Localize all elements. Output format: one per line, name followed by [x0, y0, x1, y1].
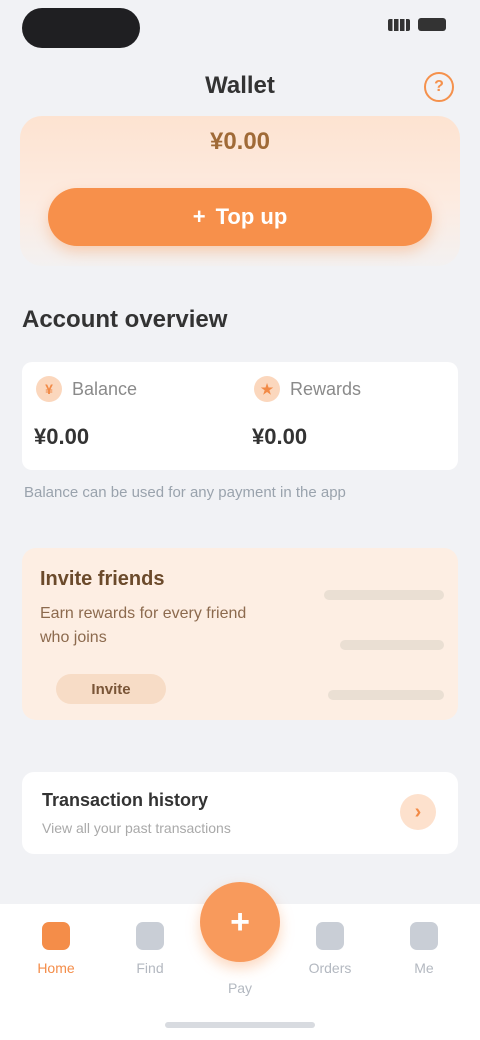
plus-icon[interactable]: + [200, 882, 280, 962]
signal-icon [388, 18, 410, 31]
battery-icon [418, 18, 446, 31]
hero-card: ¥0.00 + Top up [20, 116, 460, 266]
top-up-label: Top up [215, 204, 288, 229]
home-icon [42, 922, 70, 950]
tab-label: Me [414, 960, 434, 976]
tab-me[interactable]: Me [384, 922, 464, 976]
plus-icon: + [192, 204, 206, 229]
dynamic-island [22, 8, 140, 48]
info-title: Transaction history [42, 790, 209, 810]
coin-icon: ★ [254, 376, 280, 402]
promo-description: Earn rewards for every friend who joins [40, 605, 247, 646]
info-subtitle: View all your past transactions [42, 820, 231, 836]
home-indicator [165, 1022, 315, 1028]
tab-label: Orders [308, 960, 352, 976]
stat-value: ¥0.00 [34, 424, 90, 449]
stat-value: ¥0.00 [252, 424, 308, 449]
stats-card: ¥ Balance ¥0.00 ★ Rewards ¥0.00 [22, 362, 458, 470]
section-title: Account overview [22, 306, 228, 333]
tab-label: Find [136, 960, 164, 976]
top-up-button[interactable]: + Top up [48, 188, 432, 246]
tab-find[interactable]: Find [110, 922, 190, 976]
user-icon [410, 922, 438, 950]
stat-rewards[interactable]: ★ Rewards ¥0.00 [240, 362, 458, 470]
wallet-icon: ¥ [36, 376, 62, 402]
transaction-history-card[interactable]: Transaction history View all your past t… [22, 772, 458, 854]
orders-icon [316, 922, 344, 950]
stat-label: Rewards [290, 379, 362, 399]
question-icon[interactable]: ? [424, 72, 454, 102]
status-icons [388, 18, 446, 31]
tab-pay[interactable]: Pay [200, 970, 280, 996]
invite-button[interactable]: Invite [56, 674, 166, 704]
arrow-right-icon: › [400, 794, 436, 830]
compass-icon [136, 922, 164, 950]
tab-label: Pay [227, 980, 253, 996]
tab-bar: Home Find + Pay Orders Me [0, 882, 480, 1040]
stat-balance[interactable]: ¥ Balance ¥0.00 [22, 362, 240, 470]
hero-amount: ¥0.00 [209, 128, 271, 155]
tab-orders[interactable]: Orders [290, 922, 370, 976]
status-bar [0, 0, 480, 60]
tab-home[interactable]: Home [16, 922, 96, 976]
promo-illustration [288, 548, 458, 720]
header: Wallet ? [0, 64, 480, 118]
balance-note: Balance can be used for any payment in t… [24, 484, 346, 501]
promo-title: Invite friends [40, 568, 165, 590]
promo-banner[interactable]: Invite friends Earn rewards for every fr… [22, 548, 458, 720]
tab-label: Home [37, 960, 75, 976]
stat-label: Balance [72, 379, 138, 399]
page-title: Wallet [205, 72, 275, 99]
